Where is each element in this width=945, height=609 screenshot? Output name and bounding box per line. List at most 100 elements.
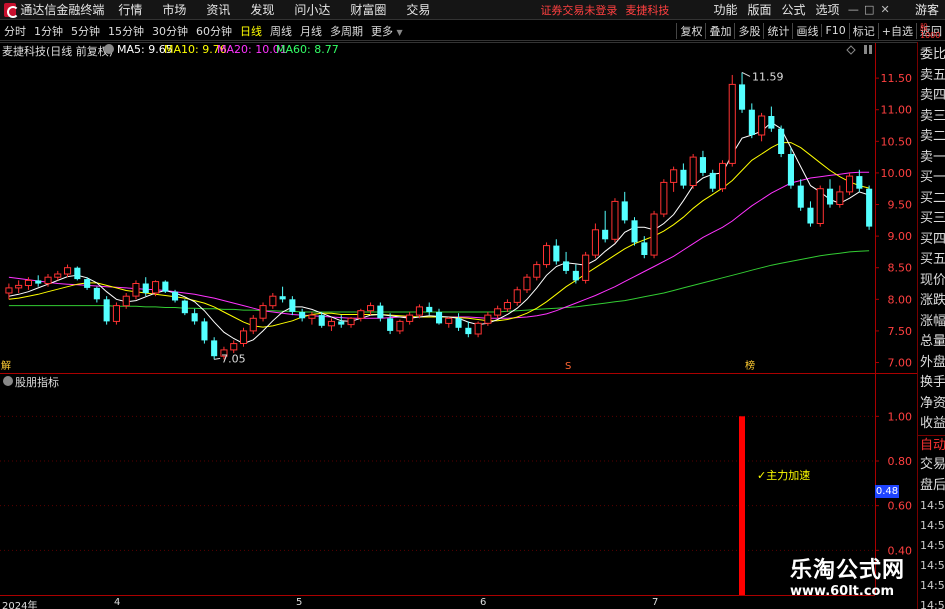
period-daily[interactable]: 日线 <box>236 23 266 39</box>
ma60-label: MA60: 8.77 <box>276 43 339 56</box>
indicator-name[interactable]: 股朋指标 <box>15 374 59 390</box>
side-item-pct[interactable]: 涨幅 <box>918 312 945 333</box>
side-item-buy4[interactable]: 买四 <box>918 230 945 251</box>
kline-chart[interactable]: 11.50 11.00 10.50 10.00 9.50 9.00 8.50 8.00 7.50… <box>0 42 917 595</box>
candle-body-up <box>132 283 140 297</box>
candle-body-up <box>15 284 23 289</box>
side-item-outer[interactable]: 外盘 <box>918 353 945 374</box>
side-time: 14:56 <box>920 499 945 512</box>
side-item-volume[interactable]: 总量 <box>918 332 945 353</box>
login-notice[interactable]: 证券交易未登录 <box>540 2 617 18</box>
side-item-trade[interactable]: 交易 <box>918 455 945 476</box>
indicator-toggle-icon[interactable] <box>3 376 13 386</box>
candle-body-up <box>503 302 511 310</box>
side-item-sell4[interactable]: 卖四 <box>918 86 945 107</box>
ma-toggle-icon[interactable] <box>104 44 114 54</box>
period-multi[interactable]: 多周期 <box>326 23 367 39</box>
period-timeshare[interactable]: 分时 <box>0 23 30 39</box>
candle-body-up <box>152 281 160 294</box>
side-item-afterhours[interactable]: 盘后 <box>918 476 945 497</box>
menu-item-market[interactable]: 行情 <box>118 1 142 18</box>
candle-body-up <box>582 254 590 281</box>
menu-item-wealth[interactable]: 财富圈 <box>350 1 386 18</box>
statistics-button[interactable]: 统计 <box>763 22 792 39</box>
side-item-sell3[interactable]: 卖三 <box>918 107 945 128</box>
period-weekly[interactable]: 周线 <box>266 23 296 39</box>
close-icon[interactable]: ✕ <box>877 3 893 16</box>
menu-item-discover[interactable]: 发现 <box>250 1 274 18</box>
menu-item-markets[interactable]: 市场 <box>162 1 186 18</box>
side-time: 14:56 <box>920 559 945 572</box>
candle-body-up <box>591 229 600 256</box>
candle-body-up <box>719 162 727 190</box>
menu-bar: 通达信金融终端 行情 市场 资讯 发现 问小达 财富圈 交易 证券交易未登录 麦… <box>0 0 945 20</box>
low-pointer <box>214 357 221 360</box>
candle-body-up <box>415 306 423 316</box>
period-monthly[interactable]: 月线 <box>296 23 326 39</box>
ma60-line <box>8 250 870 313</box>
f10-button[interactable]: F10 <box>821 24 848 37</box>
menu-item-layout[interactable]: 版面 <box>747 1 771 18</box>
side-item-buy5[interactable]: 买五 <box>918 250 945 271</box>
menu-item-ask[interactable]: 问小达 <box>294 1 330 18</box>
menu-item-news[interactable]: 资讯 <box>206 1 230 18</box>
menu-item-options[interactable]: 选项 <box>815 1 839 18</box>
side-item-weibi[interactable]: 委比 <box>918 45 945 66</box>
minimize-icon[interactable]: — <box>846 3 862 16</box>
side-item-change[interactable]: 涨跌 <box>918 291 945 312</box>
menu-item-function[interactable]: 功能 <box>713 1 737 18</box>
draw-line-button[interactable]: 画线 <box>792 22 821 39</box>
maximize-icon[interactable]: □ <box>861 3 877 16</box>
side-item-sell2[interactable]: 卖二 <box>918 127 945 148</box>
candle-body-up <box>347 317 355 326</box>
adjust-button[interactable]: 复权 <box>676 22 705 39</box>
candle-body-up <box>230 343 238 351</box>
side-item-auto[interactable]: 自动 <box>918 434 945 456</box>
period-30min[interactable]: 30分钟 <box>148 23 192 39</box>
side-item-sell5[interactable]: 卖五 <box>918 66 945 87</box>
side-item-buy1[interactable]: 买一 <box>918 168 945 189</box>
candle-body-down <box>84 279 91 288</box>
diamond-icon <box>846 45 856 55</box>
candle-body-down <box>279 296 286 300</box>
candle-body-up <box>650 213 658 256</box>
candle-body-up <box>396 320 404 332</box>
candle-body-up <box>112 305 121 322</box>
high-pointer <box>741 71 751 77</box>
overlay-button[interactable]: 叠加 <box>705 22 734 39</box>
side-item-turnover[interactable]: 换手 <box>918 373 945 394</box>
candle-body-down <box>299 312 306 319</box>
side-item-netasset[interactable]: 净资 <box>918 394 945 415</box>
price-tick-label: 10.00 <box>881 167 913 180</box>
price-tick-label: 8.00 <box>888 293 913 306</box>
candle-body-down <box>739 84 746 110</box>
guest-user[interactable]: 游客 <box>915 1 939 18</box>
candle-body-up <box>523 276 531 291</box>
period-5min[interactable]: 5分钟 <box>67 23 104 39</box>
side-item-eps[interactable]: 收益 <box>918 414 945 435</box>
side-item-price[interactable]: 现价 <box>918 271 945 292</box>
menu-item-formula[interactable]: 公式 <box>781 1 805 18</box>
indicator-tick-label: 0.80 <box>888 455 913 468</box>
period-60min[interactable]: 60分钟 <box>192 23 236 39</box>
candle-body-up <box>758 115 766 136</box>
more-periods-button[interactable]: 更多 ▼ <box>367 23 407 39</box>
period-15min[interactable]: 15分钟 <box>104 23 148 39</box>
indicator-tick-label: 1.00 <box>888 410 913 423</box>
candle-body-down <box>162 281 169 292</box>
candle-body-up <box>24 279 32 286</box>
side-time: 14:56 <box>920 539 945 552</box>
menu-item-trade[interactable]: 交易 <box>406 1 430 18</box>
add-watchlist-button[interactable]: +自选 <box>877 22 916 39</box>
price-axis: 11.50 11.00 10.50 10.00 9.50 9.00 8.50 8.00 7.50… <box>875 72 913 370</box>
side-item-buy3[interactable]: 买三 <box>918 209 945 230</box>
side-item-sell1[interactable]: 卖一 <box>918 148 945 169</box>
candle-body-down <box>787 154 794 186</box>
multi-stock-button[interactable]: 多股 <box>734 22 763 39</box>
period-1min[interactable]: 1分钟 <box>30 23 67 39</box>
mark-button[interactable]: 标记 <box>848 22 878 39</box>
candle-body-up <box>494 308 502 316</box>
side-item-buy2[interactable]: 买二 <box>918 189 945 210</box>
period-toolbar: 分时 1分钟 5分钟 15分钟 30分钟 60分钟 日线 周线 月线 多周期 更… <box>0 21 945 41</box>
candle-body-down <box>572 270 579 281</box>
